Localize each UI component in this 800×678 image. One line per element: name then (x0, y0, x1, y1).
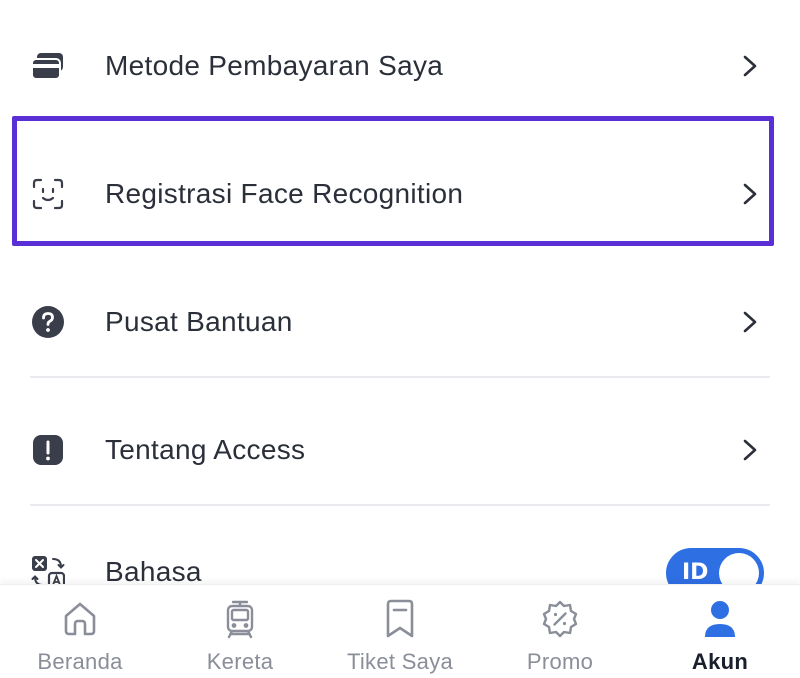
card-icon (30, 48, 66, 84)
train-icon (220, 599, 260, 639)
nav-item-kereta[interactable]: Kereta (160, 585, 320, 678)
nav-label: Tiket Saya (346, 649, 454, 674)
highlight-box (12, 116, 774, 246)
user-icon (700, 599, 740, 639)
nav-item-beranda[interactable]: Beranda (0, 585, 160, 678)
question-icon (30, 304, 66, 340)
nav-item-tiket-saya[interactable]: Tiket Saya (320, 585, 480, 678)
chevron-right-icon (738, 438, 762, 462)
info-exclamation-icon (30, 432, 66, 468)
bottom-nav: Beranda Kereta Tiket Saya Promo Akun (0, 584, 800, 678)
nav-label: Promo (526, 649, 594, 674)
home-icon (60, 599, 100, 639)
menu-item-about[interactable]: Tentang Access (0, 414, 800, 486)
chevron-right-icon (738, 54, 762, 78)
chevron-right-icon (738, 310, 762, 334)
menu-item-label: Metode Pembayaran Saya (105, 50, 444, 81)
nav-item-promo[interactable]: Promo (480, 585, 640, 678)
menu-item-payment-methods[interactable]: Metode Pembayaran Saya (0, 30, 800, 102)
menu-item-label: Tentang Access (105, 434, 306, 465)
nav-item-akun[interactable]: Akun (640, 585, 800, 678)
toggle-value: ID (682, 560, 709, 585)
menu-item-label: Pusat Bantuan (105, 306, 293, 337)
divider (30, 504, 770, 506)
promo-badge-icon (540, 599, 580, 639)
divider (30, 376, 770, 378)
ticket-icon (380, 599, 420, 639)
menu-item-help-center[interactable]: Pusat Bantuan (0, 286, 800, 358)
nav-label: Kereta (206, 649, 274, 674)
nav-label: Beranda (37, 649, 123, 674)
nav-label: Akun (691, 649, 749, 674)
